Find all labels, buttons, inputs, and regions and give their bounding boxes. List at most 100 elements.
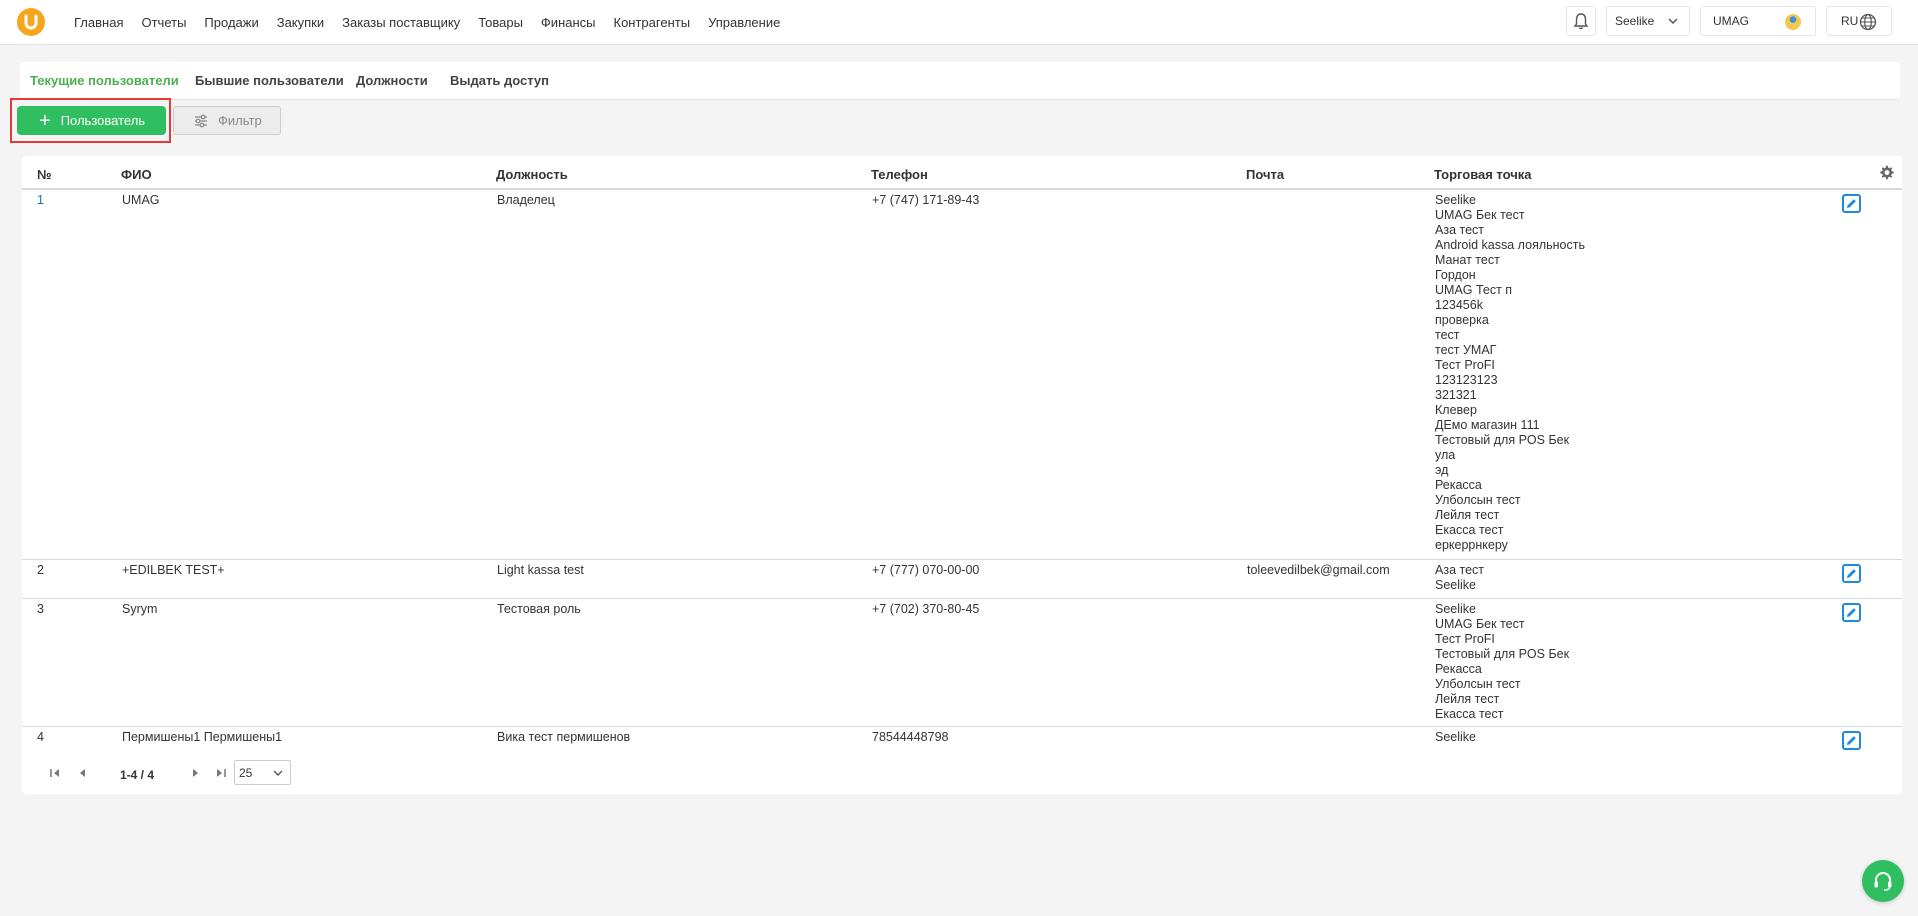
user-menu[interactable]: UMAG [1700,6,1816,36]
nav-item-management[interactable]: Управление [708,15,780,30]
add-user-button[interactable]: + Пользователь [17,106,166,135]
table-row[interactable]: 2 +EDILBEK TEST+ Light kassa test +7 (77… [22,561,1902,599]
chevron-down-icon [273,770,283,776]
tab-positions[interactable]: Должности [356,73,428,88]
store-item: 123456k [1435,298,1483,312]
column-header-name: ФИО [121,167,152,182]
tab-current-users[interactable]: Текущие пользователи [30,73,179,88]
sliders-icon [195,114,207,127]
store-item: Лейля тест [1435,692,1500,706]
store-item: Тестовый для POS Бек [1435,433,1570,447]
store-item: Android kassa лояльность [1435,238,1585,252]
table-row[interactable]: 3 Syrym Тестовая роль +7 (702) 370-80-45… [22,600,1902,727]
user-position-cell: Владелец [497,193,555,207]
user-position-cell: Light kassa test [497,563,584,577]
umag-logo[interactable] [17,8,45,36]
store-item: проверка [1435,313,1489,327]
store-item: Seelike [1435,578,1476,592]
store-item: UMAG Бек тест [1435,617,1525,631]
nav-item-home[interactable]: Главная [74,15,123,30]
nav-item-supplier-orders[interactable]: Заказы поставщику [342,15,460,30]
store-item: Рекасса [1435,662,1482,676]
next-page-icon[interactable] [190,768,200,778]
edit-user-button[interactable] [1842,731,1861,750]
store-item: Seelike [1435,602,1476,616]
column-header-store: Торговая точка [1434,167,1532,182]
notifications-button[interactable] [1566,6,1596,36]
user-email-cell: toleevedilbek@gmail.com [1247,563,1390,577]
filter-label: Фильтр [218,113,262,128]
store-item: Гордон [1435,268,1476,282]
store-item: 123123123 [1435,373,1498,387]
user-name-cell: Syrym [122,602,158,616]
store-item: Манат тест [1435,253,1500,267]
avatar [1785,14,1801,30]
main-nav: Главная Отчеты Продажи Закупки Заказы по… [74,15,798,30]
pencil-icon [1847,569,1856,578]
user-phone-cell: +7 (777) 070-00-00 [872,563,980,577]
language-label: RU [1841,14,1859,28]
user-phone-cell: 78544448798 [872,730,949,744]
add-user-label: Пользователь [60,113,146,128]
nav-item-products[interactable]: Товары [478,15,523,30]
user-position-cell: Вика тест пермишенов [497,730,631,744]
page-size-select[interactable]: 25 [234,760,291,785]
user-name-cell: Пермишены1 Пермишены1 [122,730,283,744]
globe-icon [1859,13,1877,31]
store-item: Екасса тест [1435,523,1504,537]
table-row[interactable]: 1 UMAG Владелец +7 (747) 171-89-43 Seeli… [22,191,1902,560]
pagination: 1-4 / 4 25 [22,760,422,788]
row-number: 1 [37,193,44,207]
store-item: Тест ProFI [1435,358,1495,372]
column-header-number: № [37,167,52,182]
edit-user-button[interactable] [1842,603,1861,622]
headset-icon [1874,872,1892,891]
top-bar: Главная Отчеты Продажи Закупки Заказы по… [0,0,1918,45]
edit-user-button[interactable] [1842,564,1861,583]
table-header: № ФИО Должность Телефон Почта Торговая т… [22,156,1902,190]
store-item: UMAG Бек тест [1435,208,1525,222]
store-item: еркеррнкеру [1435,538,1508,552]
row-number: 4 [37,730,44,744]
store-item: Клевер [1435,403,1477,417]
pencil-icon [1847,736,1856,745]
store-item: Екасса тест [1435,707,1504,721]
page-info: 1-4 / 4 [120,768,155,782]
language-selector[interactable]: RU [1826,6,1892,36]
last-page-icon[interactable] [214,768,226,778]
nav-item-sales[interactable]: Продажи [204,15,258,30]
row-number: 2 [37,563,44,577]
store-item: Аза тест [1435,563,1485,577]
store-item: Улболсын тест [1435,493,1521,507]
store-selector[interactable]: Seelike [1606,6,1690,36]
store-item: Лейля тест [1435,508,1500,522]
nav-item-reports[interactable]: Отчеты [141,15,186,30]
store-item: эд [1435,463,1449,477]
tab-former-users[interactable]: Бывшие пользователи [195,73,344,88]
table-row[interactable]: 4 Пермишены1 Пермишены1 Вика тест пермиш… [22,728,1902,754]
filter-button[interactable]: Фильтр [173,106,281,135]
prev-page-icon[interactable] [78,768,88,778]
user-tabs: Текущие пользователи Бывшие пользователи… [20,62,1900,100]
column-header-phone: Телефон [871,167,928,182]
nav-item-counterparties[interactable]: Контрагенты [614,15,691,30]
edit-user-button[interactable] [1842,194,1861,213]
user-stores-cell: Аза тест Seelike [1435,563,1484,593]
page-size-value: 25 [239,766,253,780]
tab-grant-access[interactable]: Выдать доступ [450,73,549,88]
store-item: тест [1435,328,1460,342]
nav-item-finance[interactable]: Финансы [541,15,596,30]
store-item: Seelike [1435,193,1476,207]
store-item: Улболсын тест [1435,677,1521,691]
nav-item-purchases[interactable]: Закупки [277,15,324,30]
store-item: ДЕмо магазин 111 [1435,418,1540,432]
pencil-icon [1847,199,1856,208]
chevron-down-icon [1668,18,1678,25]
support-button[interactable] [1862,860,1904,902]
store-item: ула [1435,448,1456,462]
first-page-icon[interactable] [50,768,62,778]
gear-icon[interactable] [1879,165,1894,180]
store-item: тест УМАГ [1435,343,1497,357]
store-item: Seelike [1435,730,1476,744]
store-item: UMAG Тест п [1435,283,1513,297]
